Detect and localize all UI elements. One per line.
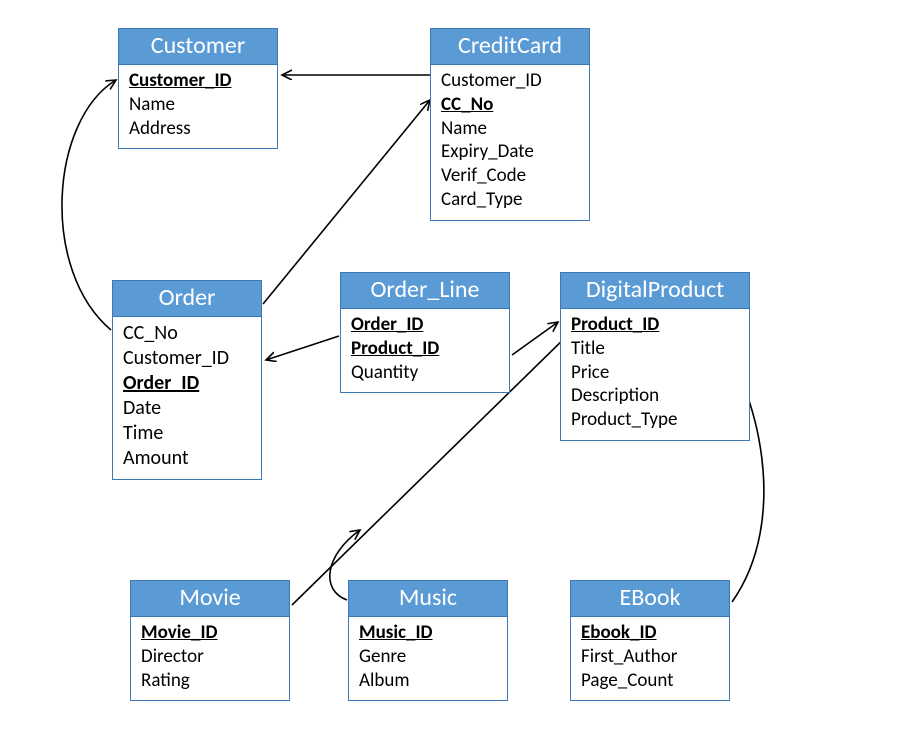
attr: Product_ID <box>351 337 499 361</box>
attr: Description <box>571 384 739 408</box>
entity-title: Order <box>113 281 261 317</box>
entity-attrs: CC_No Customer_ID Order_ID Date Time Amo… <box>113 317 261 479</box>
entity-attrs: Customer_ID Name Address <box>119 65 277 148</box>
attr: Verif_Code <box>441 164 579 188</box>
attr: Address <box>129 117 267 141</box>
entity-music: Music Music_ID Genre Album <box>348 580 508 701</box>
attr: Title <box>571 337 739 361</box>
attr: Product_Type <box>571 408 739 432</box>
attr: Date <box>123 396 251 421</box>
entity-attrs: Order_ID Product_ID Quantity <box>341 309 509 392</box>
attr: Ebook_ID <box>581 621 719 645</box>
attr: Name <box>441 117 579 141</box>
attr: CC_No <box>441 93 579 117</box>
attr: Order_ID <box>123 371 251 396</box>
attr: Customer_ID <box>129 69 267 93</box>
attr: Quantity <box>351 361 499 385</box>
attr: First_Author <box>581 645 719 669</box>
entity-movie: Movie Movie_ID Director Rating <box>130 580 290 701</box>
er-diagram: Customer Customer_ID Name Address Credit… <box>0 0 912 744</box>
attr: Music_ID <box>359 621 497 645</box>
entity-attrs: Customer_ID CC_No Name Expiry_Date Verif… <box>431 65 589 220</box>
entity-title: Movie <box>131 581 289 617</box>
entity-orderline: Order_Line Order_ID Product_ID Quantity <box>340 272 510 393</box>
attr: Customer_ID <box>123 346 251 371</box>
entity-title: Customer <box>119 29 277 65</box>
attr: Customer_ID <box>441 69 579 93</box>
entity-title: CreditCard <box>431 29 589 65</box>
attr: Genre <box>359 645 497 669</box>
entity-attrs: Music_ID Genre Album <box>349 617 507 700</box>
entity-attrs: Product_ID Title Price Description Produ… <box>561 309 749 440</box>
entity-attrs: Movie_ID Director Rating <box>131 617 289 700</box>
entity-ebook: EBook Ebook_ID First_Author Page_Count <box>570 580 730 701</box>
entity-creditcard: CreditCard Customer_ID CC_No Name Expiry… <box>430 28 590 221</box>
entity-title: DigitalProduct <box>561 273 749 309</box>
entity-order: Order CC_No Customer_ID Order_ID Date Ti… <box>112 280 262 480</box>
attr: Order_ID <box>351 313 499 337</box>
attr: CC_No <box>123 321 251 346</box>
entity-title: Music <box>349 581 507 617</box>
attr: Time <box>123 421 251 446</box>
attr: Name <box>129 93 267 117</box>
attr: Page_Count <box>581 669 719 693</box>
entity-digitalproduct: DigitalProduct Product_ID Title Price De… <box>560 272 750 441</box>
entity-attrs: Ebook_ID First_Author Page_Count <box>571 617 729 700</box>
attr: Album <box>359 669 497 693</box>
attr: Price <box>571 361 739 385</box>
attr: Product_ID <box>571 313 739 337</box>
attr: Card_Type <box>441 188 579 212</box>
attr: Director <box>141 645 279 669</box>
attr: Amount <box>123 446 251 471</box>
entity-title: Order_Line <box>341 273 509 309</box>
attr: Movie_ID <box>141 621 279 645</box>
entity-title: EBook <box>571 581 729 617</box>
attr: Rating <box>141 669 279 693</box>
entity-customer: Customer Customer_ID Name Address <box>118 28 278 149</box>
attr: Expiry_Date <box>441 140 579 164</box>
